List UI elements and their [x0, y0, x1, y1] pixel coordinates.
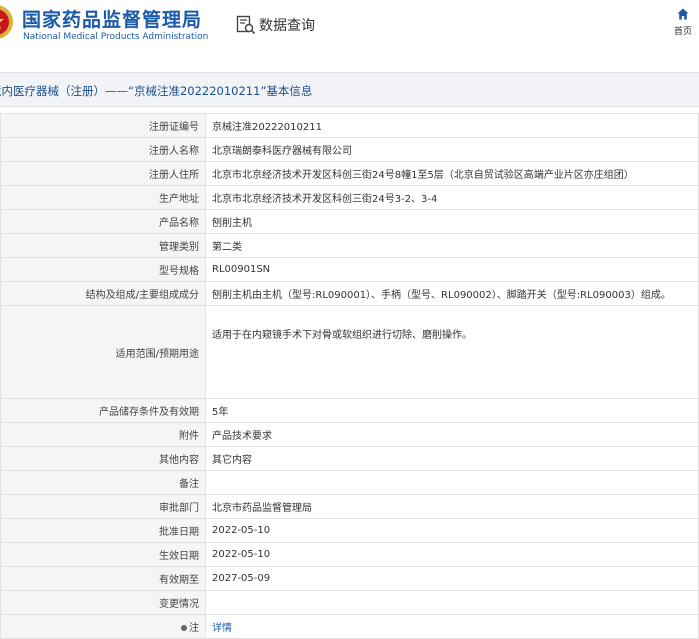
field-label: 批准日期: [0, 518, 206, 543]
field-label-text: 生效日期: [159, 551, 199, 562]
field-label-text: 审批部门: [159, 503, 199, 514]
home-icon: [677, 8, 689, 20]
field-label-text: 型号规格: [159, 266, 199, 277]
field-label: 型号规格: [0, 257, 206, 282]
table-row: 生产地址 北京市北京经济技术开发区科创三街24号3-2、3-4: [0, 185, 699, 210]
home-label: 首页: [673, 27, 692, 37]
field-label: 产品名称: [0, 209, 206, 234]
device-info-table: 注册证编号 京械注准20222010211 注册人名称 北京瑞朗泰科医疗器械有限公司注…: [0, 113, 699, 639]
table-row: 备注: [0, 470, 699, 495]
field-label: 产品储存条件及有效期: [0, 398, 206, 423]
note-bullet-icon: [181, 625, 187, 631]
field-label-text: 结构及组成/主要组成成分: [85, 290, 199, 301]
field-label: 注册人名称: [0, 137, 206, 162]
field-value: 其它内容: [205, 446, 699, 471]
data-query-link[interactable]: 数据查询: [236, 14, 315, 36]
field-value: 2022-05-10: [205, 542, 699, 567]
table-row: 适用范围/预期用途 适用于在内窥镜手术下对骨或软组织进行切除、磨削操作。: [0, 305, 699, 399]
table-row: 批准日期 2022-05-10: [0, 518, 699, 543]
field-value: 北京市北京经济技术开发区科创三街24号8幢1至5层（北京自贸试验区高端产业片区亦…: [205, 161, 699, 186]
field-label: 生产地址: [0, 185, 206, 210]
field-value: 5年: [205, 398, 699, 423]
field-label: 变更情况: [0, 590, 206, 615]
field-label-text: 适用范围/预期用途: [115, 348, 199, 360]
field-label-text: 附件: [179, 431, 199, 442]
field-label: 注册证编号: [0, 113, 206, 138]
page-title-bar: 境内医疗器械（注册）——“京械注准20222010211”基本信息: [0, 72, 699, 107]
field-label-text: 注册人名称: [149, 146, 199, 157]
org-name-en[interactable]: National Medical Products Administration: [23, 32, 208, 42]
field-value: 适用于在内窥镜手术下对骨或软组织进行切除、磨削操作。: [205, 305, 699, 399]
field-label-text: 有效期至: [159, 575, 199, 586]
field-label-text: 备注: [179, 479, 199, 490]
field-label: 注: [0, 614, 206, 639]
table-row: 产品名称 刨削主机: [0, 209, 699, 234]
field-label-text: 变更情况: [159, 599, 199, 610]
field-label: 备注: [0, 470, 206, 495]
field-label: 注册人住所: [0, 161, 206, 186]
table-row: 有效期至 2027-05-09: [0, 566, 699, 591]
field-value: 北京市北京经济技术开发区科创三街24号3-2、3-4: [205, 185, 699, 210]
table-row: 附件 产品技术要求: [0, 422, 699, 447]
table-row: 注册人住所 北京市北京经济技术开发区科创三街24号8幢1至5层（北京自贸试验区高端…: [0, 161, 699, 186]
field-label: 结构及组成/主要组成成分: [0, 281, 206, 306]
field-label-text: 注册证编号: [149, 122, 199, 133]
field-label: 审批部门: [0, 494, 206, 519]
field-value: 2022-05-10: [205, 518, 699, 543]
field-value: 刨削主机: [205, 209, 699, 234]
table-row: 注 详情: [0, 614, 699, 639]
detail-link[interactable]: 详情: [212, 623, 232, 634]
table-row: 注册证编号 京械注准20222010211: [0, 113, 699, 138]
field-value: 第二类: [205, 233, 699, 258]
field-value: 北京市药品监督管理局: [205, 494, 699, 519]
field-label: 生效日期: [0, 542, 206, 567]
table-row: 管理类别 第二类: [0, 233, 699, 258]
table-row: 型号规格 RL00901SN: [0, 257, 699, 282]
field-value: 2027-05-09: [205, 566, 699, 591]
table-row: 注册人名称 北京瑞朗泰科医疗器械有限公司: [0, 137, 699, 162]
field-value: 北京瑞朗泰科医疗器械有限公司: [205, 137, 699, 162]
page-title: 境内医疗器械（注册）——“京械注准20222010211”基本信息: [0, 84, 313, 98]
field-label-text: 其他内容: [159, 455, 199, 466]
field-label: 其他内容: [0, 446, 206, 471]
table-row: 变更情况: [0, 590, 699, 615]
org-name-cn[interactable]: 国家药品监督管理局: [22, 5, 202, 32]
field-value: 详情: [205, 614, 699, 639]
field-value: 产品技术要求: [205, 422, 699, 447]
table-row: 审批部门 北京市药品监督管理局: [0, 494, 699, 519]
field-label: 有效期至: [0, 566, 206, 591]
field-label-text: 注: [189, 623, 199, 634]
field-label-text: 管理类别: [159, 242, 199, 253]
field-value: 刨削主机由主机（型号:RL090001）、手柄（型号、RL090002）、脚踏开…: [205, 281, 699, 306]
field-value: [205, 470, 699, 495]
field-label-text: 生产地址: [159, 194, 199, 205]
field-value: RL00901SN: [205, 257, 699, 282]
table-row: 结构及组成/主要组成成分 刨削主机由主机（型号:RL090001）、手柄（型号、R…: [0, 281, 699, 306]
data-query-label: 数据查询: [259, 18, 315, 34]
field-label-text: 产品名称: [159, 218, 199, 229]
document-search-icon: [236, 15, 256, 35]
field-label: 附件: [0, 422, 206, 447]
table-row: 生效日期 2022-05-10: [0, 542, 699, 567]
field-label-text: 注册人住所: [149, 170, 199, 181]
field-label: 适用范围/预期用途: [0, 305, 206, 399]
home-link[interactable]: 首页: [670, 8, 696, 37]
field-label: 管理类别: [0, 233, 206, 258]
field-value: [205, 590, 699, 615]
field-label-text: 批准日期: [159, 527, 199, 538]
field-value: 京械注准20222010211: [205, 113, 699, 138]
field-label-text: 产品储存条件及有效期: [99, 407, 199, 418]
table-row: 其他内容 其它内容: [0, 446, 699, 471]
site-header: 国家药品监督管理局 National Medical Products Admi…: [0, 0, 699, 62]
table-row: 产品储存条件及有效期 5年: [0, 398, 699, 423]
national-emblem-icon: [0, 5, 13, 39]
